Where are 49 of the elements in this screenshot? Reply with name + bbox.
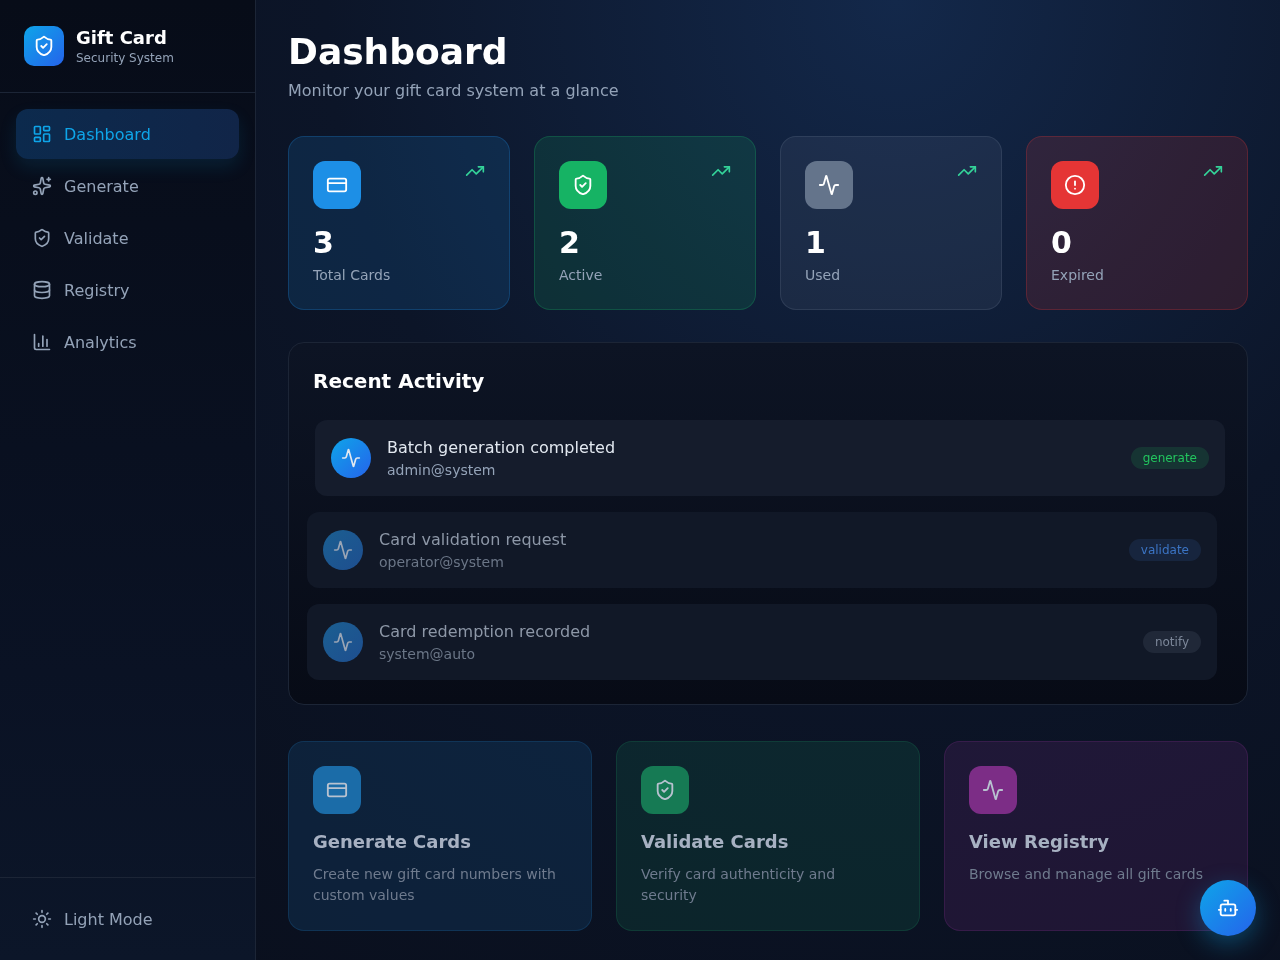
activity-tag: validate bbox=[1128, 539, 1201, 561]
bar-chart-icon bbox=[32, 332, 52, 352]
pulse-avatar-icon bbox=[323, 530, 363, 570]
activity-user: admin@system bbox=[387, 460, 496, 480]
nav-item[interactable]: Analytics bbox=[16, 317, 239, 367]
app-title: Gift Card bbox=[76, 26, 168, 49]
sparkles-icon bbox=[32, 176, 52, 196]
activity-title: Card validation request bbox=[379, 528, 567, 551]
quick-action-card[interactable]: View Registry Browse and manage all gift cards bbox=[944, 741, 1248, 931]
action-description: Browse and manage all gift cards bbox=[969, 865, 1203, 884]
quick-action-card[interactable]: Validate Cards Verify card authenticity and security bbox=[616, 741, 920, 931]
robot-icon bbox=[1217, 897, 1239, 919]
shield-check-icon bbox=[32, 228, 52, 248]
activity-user: system@auto bbox=[379, 644, 476, 664]
pulse-avatar-icon bbox=[331, 438, 371, 478]
theme-toggle[interactable]: Light Mode bbox=[16, 894, 239, 944]
database-icon bbox=[32, 280, 52, 300]
shield-logo-icon bbox=[24, 26, 64, 66]
app-subtitle: Security System bbox=[76, 49, 174, 66]
action-title: View Registry bbox=[969, 830, 1109, 854]
quick-action-card[interactable]: Generate Cards Create new gift card numbers with custom values bbox=[288, 741, 592, 931]
action-description: Verify card authenticity and security bbox=[641, 865, 837, 905]
stat-label: Total Cards bbox=[313, 266, 391, 285]
stat-value: 1 bbox=[805, 225, 826, 261]
action-title: Validate Cards bbox=[641, 830, 789, 854]
activity-title: Batch generation completed bbox=[387, 436, 616, 459]
activity-user: operator@system bbox=[379, 552, 504, 572]
robot-assistant-button[interactable] bbox=[1200, 880, 1256, 936]
dashboard-icon bbox=[32, 124, 52, 144]
nav-item[interactable]: Generate bbox=[16, 161, 239, 211]
action-title: Generate Cards bbox=[313, 830, 471, 854]
panel-title: Recent Activity bbox=[313, 368, 485, 395]
sun-icon bbox=[32, 909, 52, 929]
pulse-avatar-icon bbox=[323, 622, 363, 662]
stat-label: Used bbox=[805, 266, 841, 285]
stat-value: 0 bbox=[1051, 225, 1072, 261]
nav-item[interactable]: Validate bbox=[16, 213, 239, 263]
stat-label: Expired bbox=[1051, 266, 1104, 285]
page-title: Dashboard bbox=[288, 30, 508, 73]
action-description: Create new gift card numbers with custom values bbox=[313, 865, 557, 905]
nav-item[interactable]: Registry bbox=[16, 265, 239, 315]
stat-value: 3 bbox=[313, 225, 334, 261]
activity-tag: notify bbox=[1142, 631, 1201, 653]
stat-value: 2 bbox=[559, 225, 580, 261]
activity-tag: generate bbox=[1130, 447, 1209, 469]
page-subtitle: Monitor your gift card system at a glance bbox=[288, 80, 619, 102]
activity-title: Card redemption recorded bbox=[379, 620, 591, 643]
stat-label: Active bbox=[559, 266, 603, 285]
nav-item[interactable]: Dashboard bbox=[16, 109, 239, 159]
